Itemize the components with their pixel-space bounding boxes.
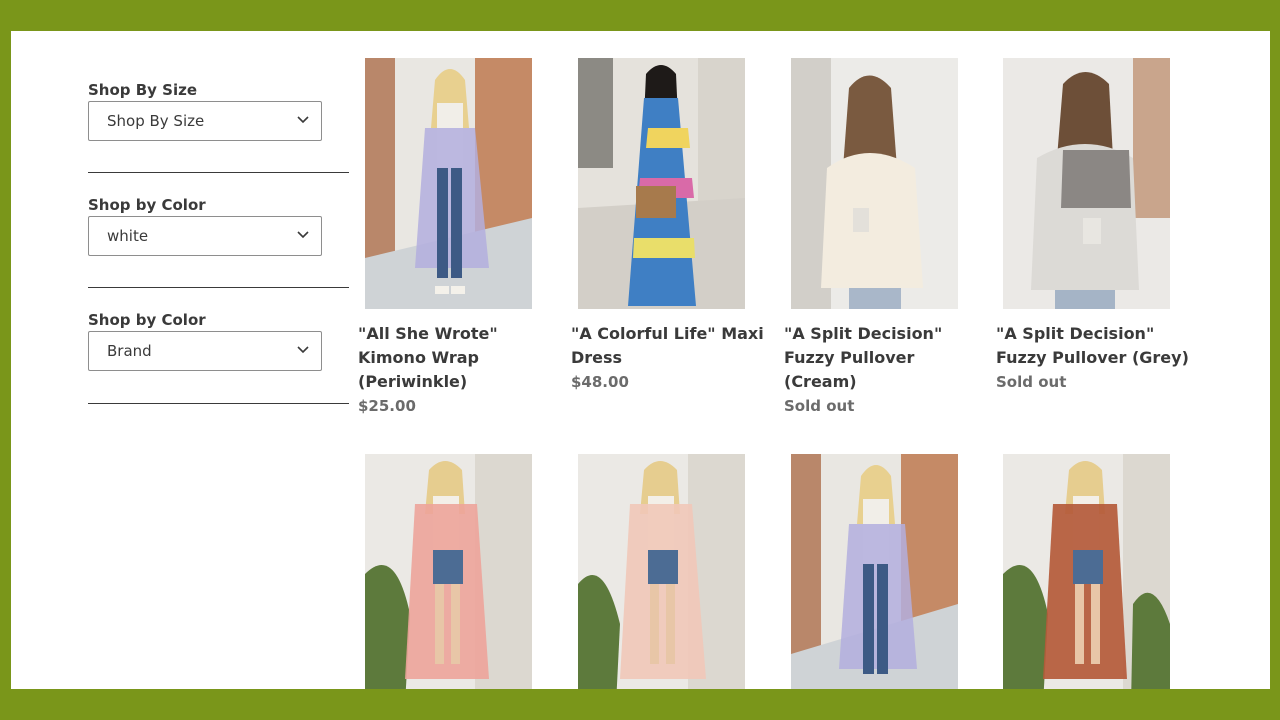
- chevron-down-icon: [297, 346, 309, 354]
- divider: [88, 403, 349, 404]
- product-image[interactable]: [1003, 454, 1170, 689]
- product-image[interactable]: [365, 58, 532, 309]
- product-image[interactable]: [1003, 58, 1170, 309]
- color-select[interactable]: white: [88, 216, 322, 256]
- select-value: Shop By Size: [107, 112, 205, 130]
- product-info: "A Colorful Life" Maxi Dress $48.00: [571, 322, 771, 394]
- brand-select[interactable]: Brand: [88, 331, 322, 371]
- product-title[interactable]: "A Split Decision" Fuzzy Pullover (Cream…: [784, 324, 942, 391]
- product-title[interactable]: "A Split Decision" Fuzzy Pullover (Grey): [996, 324, 1189, 367]
- select-value: white: [107, 227, 149, 245]
- select-value: Brand: [107, 342, 152, 360]
- product-image[interactable]: [791, 58, 958, 309]
- filter-brand: Shop by Color Brand: [88, 310, 349, 371]
- divider: [88, 172, 349, 173]
- size-select[interactable]: Shop By Size: [88, 101, 322, 141]
- filter-size: Shop By Size Shop By Size: [88, 80, 349, 141]
- product-image[interactable]: [578, 454, 745, 689]
- product-info: "All She Wrote" Kimono Wrap (Periwinkle)…: [358, 322, 558, 418]
- product-price: $48.00: [571, 373, 629, 391]
- product-image[interactable]: [791, 454, 958, 689]
- filter-color: Shop by Color white: [88, 195, 349, 256]
- product-price: Sold out: [996, 373, 1067, 391]
- product-title[interactable]: "A Colorful Life" Maxi Dress: [571, 324, 764, 367]
- product-info: "A Split Decision" Fuzzy Pullover (Grey)…: [996, 322, 1196, 394]
- product-title[interactable]: "All She Wrote" Kimono Wrap (Periwinkle): [358, 324, 498, 391]
- product-info: "A Split Decision" Fuzzy Pullover (Cream…: [784, 322, 984, 418]
- product-price: Sold out: [784, 397, 855, 415]
- product-image[interactable]: [578, 58, 745, 309]
- product-price: $25.00: [358, 397, 416, 415]
- divider: [88, 287, 349, 288]
- filter-label: Shop by Color: [88, 311, 206, 329]
- collection-page: Shop By Size Shop By Size Shop by Color …: [11, 31, 1270, 689]
- filter-label: Shop By Size: [88, 81, 198, 99]
- product-image[interactable]: [365, 454, 532, 689]
- chevron-down-icon: [297, 116, 309, 124]
- filter-label: Shop by Color: [88, 196, 206, 214]
- chevron-down-icon: [297, 231, 309, 239]
